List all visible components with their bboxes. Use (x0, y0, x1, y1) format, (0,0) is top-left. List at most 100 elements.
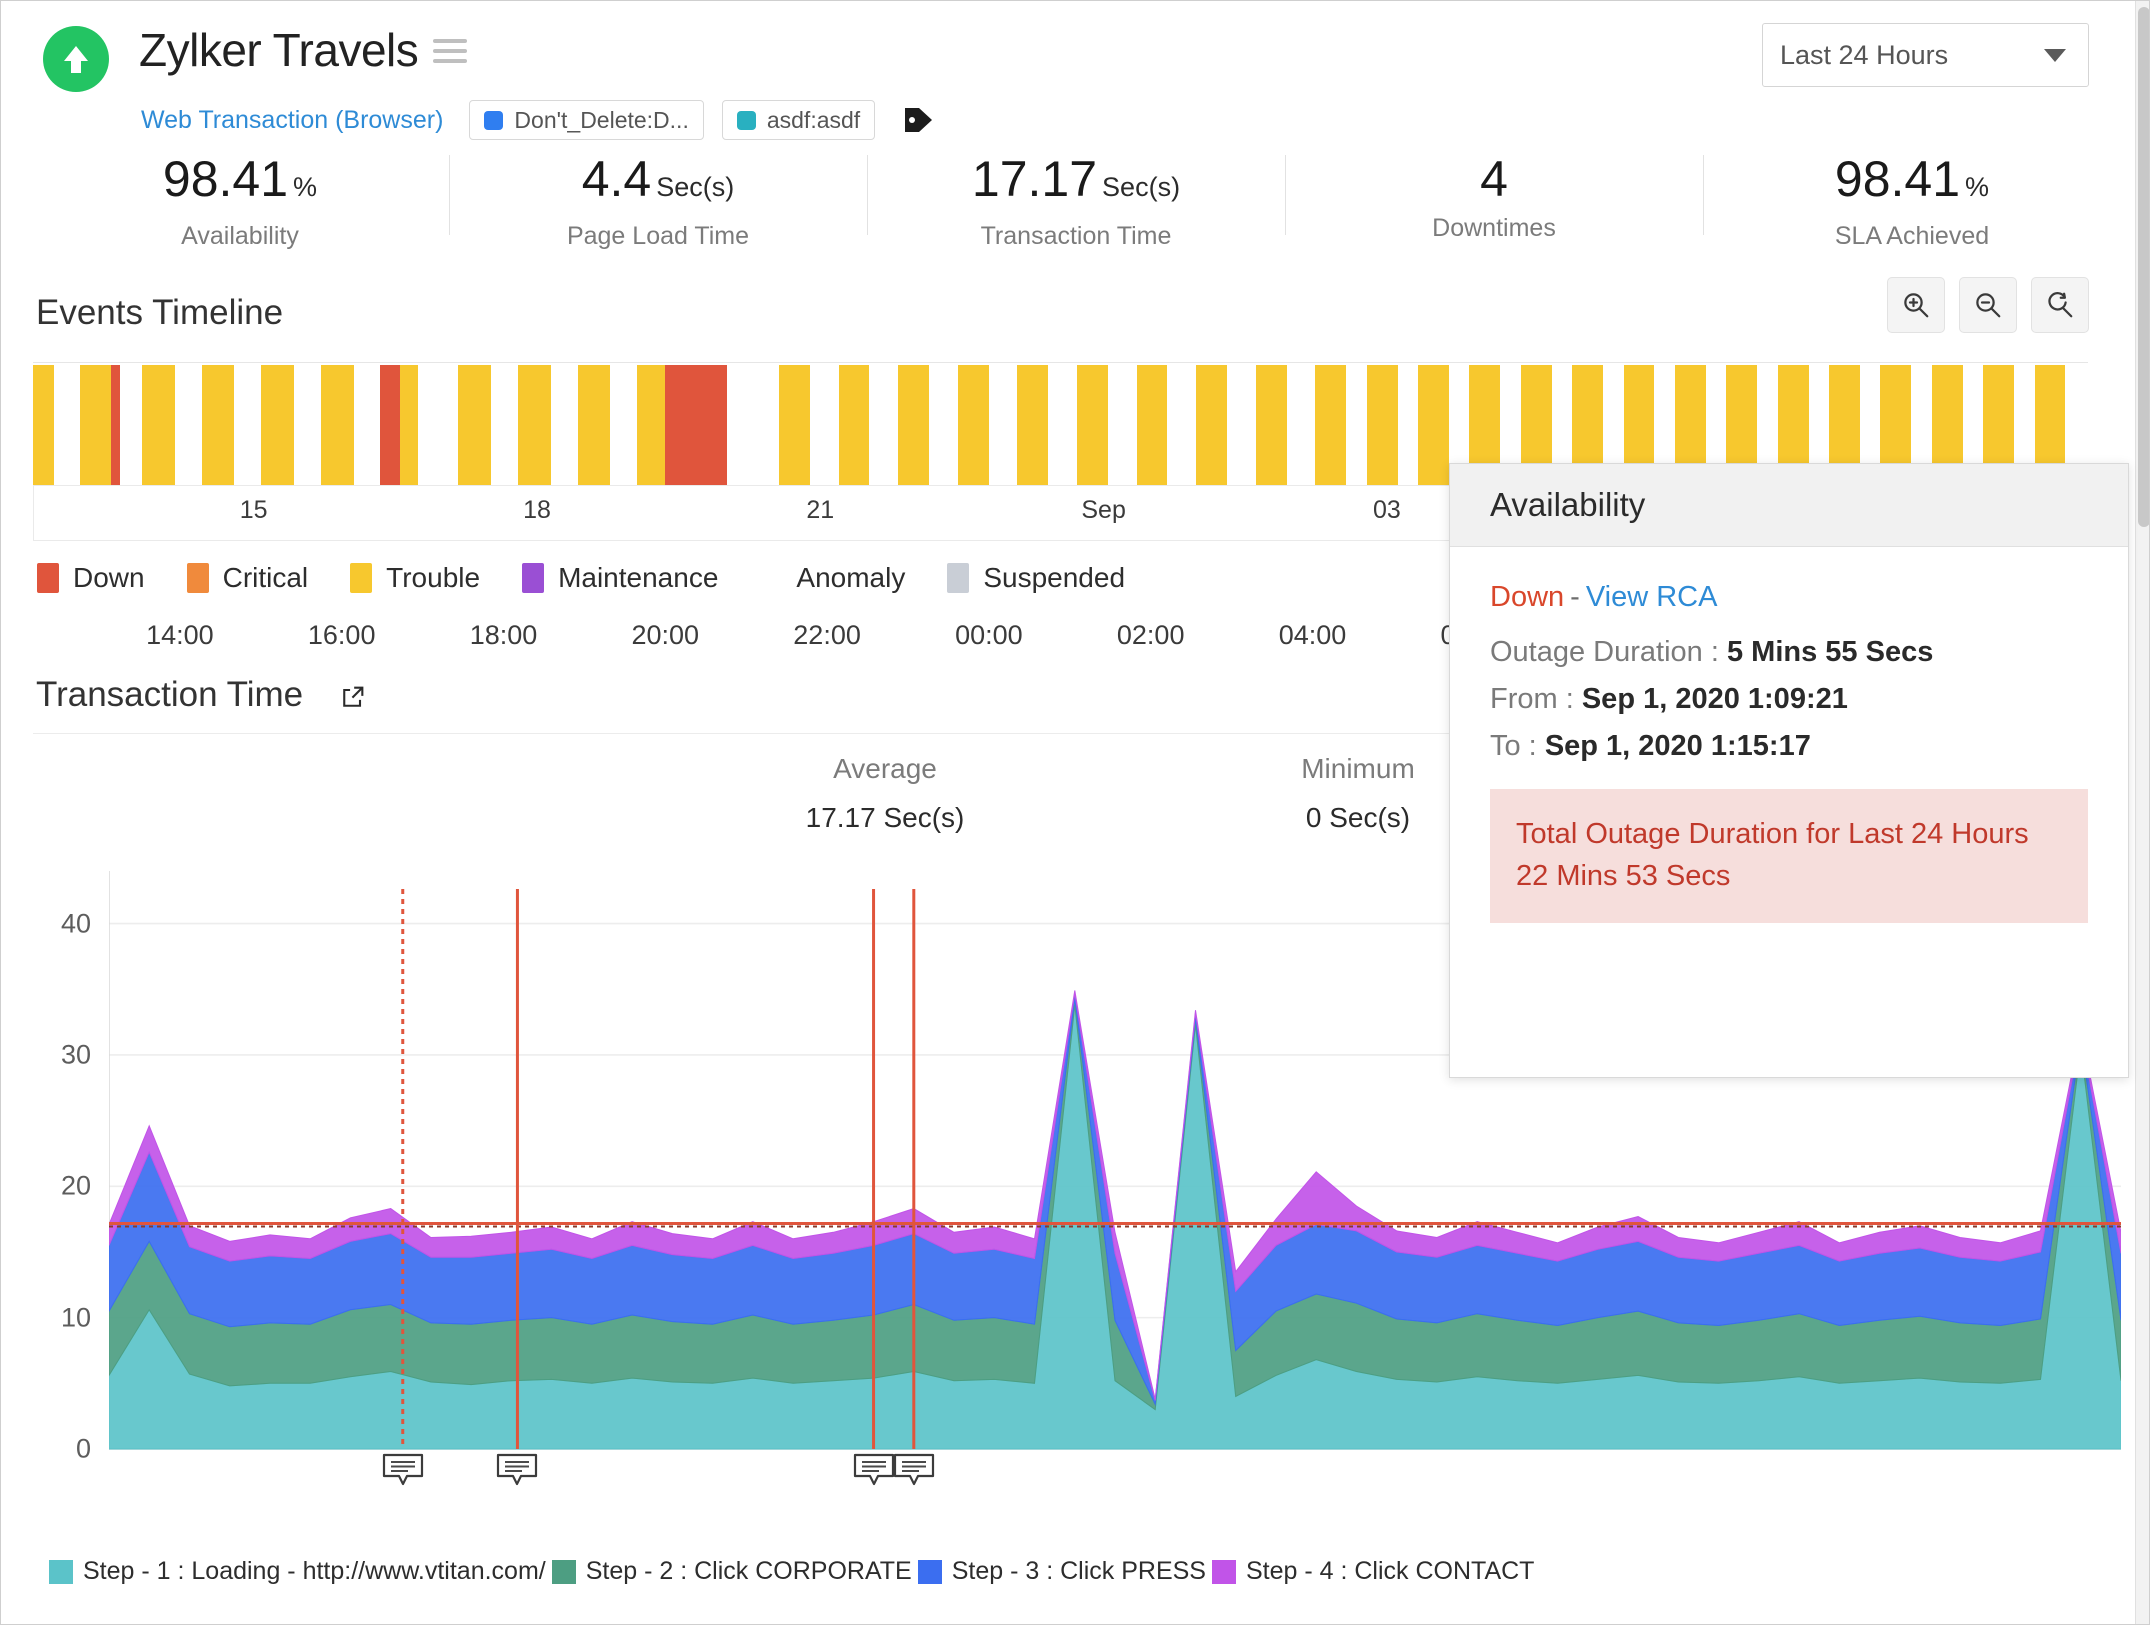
chart-legend-item-step-2[interactable]: Step - 2 : Click CORPORATE (551, 1557, 918, 1586)
metric-label: SLA Achieved (1834, 222, 1990, 250)
chart-y-tick: 20 (60, 1170, 91, 1201)
reset-zoom-button[interactable] (2031, 277, 2089, 333)
page-scrollbar[interactable] (2135, 1, 2149, 1624)
timeline-bar[interactable] (80, 365, 112, 485)
timeline-axis-tick: 18 (523, 496, 551, 524)
outage-to-value: Sep 1, 2020 1:15:17 (1544, 730, 1811, 762)
timeline-bar[interactable] (838, 365, 870, 485)
timeline-bar[interactable] (1366, 365, 1398, 485)
timeline-bar[interactable] (458, 365, 492, 485)
timeline-bar[interactable] (261, 365, 294, 485)
chart-legend-item-step-3[interactable]: Step - 3 : Click PRESS (917, 1557, 1212, 1586)
legend-label: Step - 2 : Click CORPORATE (585, 1557, 912, 1585)
timeline-legend-item-down[interactable]: Down (37, 562, 145, 594)
tt-stat-value: 17.17 Sec(s) (805, 802, 965, 833)
events-timeline-title: Events Timeline (36, 293, 284, 332)
timeline-bar[interactable] (957, 365, 989, 485)
status-badge: Down (1490, 581, 1565, 613)
tag-color-dot (484, 110, 504, 130)
annotation-icon[interactable] (852, 1453, 896, 1487)
timeline-bar[interactable] (399, 365, 419, 485)
chart-y-tick: 40 (60, 908, 91, 939)
timeline-axis-tick: Sep (1081, 496, 1126, 524)
timeline-bar[interactable] (1418, 365, 1449, 485)
popup-header: Availability (1450, 464, 2128, 547)
annotation-icon[interactable] (892, 1453, 936, 1487)
popup-status-line: Down - View RCA (1490, 581, 2088, 614)
scrollbar-thumb[interactable] (2138, 7, 2149, 527)
timeline-bar[interactable] (1196, 365, 1227, 485)
legend-label: Down (73, 562, 145, 593)
monitor-type-link[interactable]: Web Transaction (Browser) (141, 106, 443, 135)
metric-label: Downtimes (1432, 214, 1556, 242)
chart-x-tick: 20:00 (631, 620, 700, 650)
timeline-bar[interactable] (320, 365, 354, 485)
legend-label: Step - 1 : Loading - http://www.vtitan.c… (83, 1557, 546, 1585)
tag-icon[interactable] (901, 104, 935, 136)
timeline-bar[interactable] (111, 365, 121, 485)
timeline-bar[interactable] (1255, 365, 1287, 485)
events-timeline-legend: Down Critical Trouble Maintenance Anomaly Sus… (37, 562, 1167, 594)
legend-color-swatch (522, 563, 545, 593)
timeline-bar[interactable] (1315, 365, 1347, 485)
time-period-select[interactable]: Last 24 Hours (1762, 23, 2089, 87)
chart-y-tick: 0 (75, 1433, 91, 1464)
total-outage-label: Total Outage Duration for Last 24 Hours (1516, 818, 2029, 850)
timeline-bar[interactable] (141, 365, 175, 485)
timeline-bar[interactable] (380, 365, 400, 485)
metric-value: 17.17 Sec(s) (971, 151, 1181, 207)
availability-tooltip-popup: Availability Down - View RCA Outage Durati… (1449, 463, 2129, 1078)
metric-card-availability: 98.41% Availability (31, 151, 449, 250)
popup-title: Availability (1490, 486, 1646, 523)
legend-color-swatch (947, 563, 970, 593)
monitor-meta-row: Web Transaction (Browser) Don't_Delete:D… (141, 98, 935, 142)
annotation-icon[interactable] (381, 1453, 425, 1487)
timeline-bar[interactable] (637, 365, 665, 485)
outage-from-value: Sep 1, 2020 1:09:21 (1581, 683, 1848, 715)
tag-chip-2-label: asdf:asdf (766, 106, 861, 133)
monitor-detail-page: Zylker Travels Web Transaction (Browser)… (1, 1, 2149, 1624)
timeline-bar[interactable] (778, 365, 810, 485)
legend-label: Step - 3 : Click PRESS (951, 1557, 1206, 1585)
annotation-icon[interactable] (495, 1453, 539, 1487)
timeline-bar[interactable] (664, 365, 727, 485)
timeline-legend-item-trouble[interactable]: Trouble (350, 562, 480, 594)
timeline-bar[interactable] (1017, 365, 1049, 485)
view-rca-link[interactable]: View RCA (1586, 581, 1718, 613)
timeline-legend-item-anomaly[interactable]: Anomaly (760, 562, 905, 594)
tag-chip-1[interactable]: Don't_Delete:D... (469, 100, 704, 140)
metric-card-page-load-time: 4.4 Sec(s) Page Load Time (449, 151, 867, 250)
chart-x-tick: 22:00 (793, 620, 861, 650)
timeline-bar[interactable] (1076, 365, 1108, 485)
legend-label: Anomaly (796, 562, 906, 593)
timeline-bar[interactable] (201, 365, 235, 485)
metric-value: 98.41% (1834, 151, 1990, 207)
timeline-bar[interactable] (577, 365, 611, 485)
external-link-icon[interactable] (339, 683, 367, 716)
timeline-axis-tick: 15 (239, 496, 268, 524)
timeline-legend-item-critical[interactable]: Critical (186, 562, 308, 594)
timeline-legend-item-maintenance[interactable]: Maintenance (522, 562, 718, 594)
chart-x-tick: 00:00 (955, 620, 1023, 650)
timeline-bar[interactable] (1136, 365, 1168, 485)
zoom-in-button[interactable] (1887, 277, 1945, 333)
legend-label: Step - 4 : Click CONTACT (1245, 1557, 1535, 1585)
zoom-out-button[interactable] (1959, 277, 2017, 333)
outage-duration-value: 5 Mins 55 Secs (1726, 636, 1934, 668)
legend-label: Suspended (983, 562, 1126, 593)
up-arrow-icon (59, 41, 93, 77)
chart-legend-item-step-4[interactable]: Step - 4 : Click CONTACT (1211, 1557, 1540, 1586)
tt-stat-key: Average (833, 753, 937, 784)
chart-legend-item-step-1[interactable]: Step - 1 : Loading - http://www.vtitan.c… (49, 1557, 552, 1586)
chart-y-tick: 10 (60, 1302, 91, 1333)
tag-chip-1-label: Don't_Delete:D... (514, 106, 689, 133)
timeline-bar[interactable] (33, 365, 54, 485)
tag-chip-2[interactable]: asdf:asdf (721, 100, 876, 140)
page-title: Zylker Travels (139, 24, 419, 76)
timeline-bar[interactable] (517, 365, 551, 485)
tag-color-dot (736, 110, 756, 130)
timeline-bar[interactable] (898, 365, 929, 485)
metric-card-sla-achieved: 98.41% SLA Achieved (1703, 151, 2121, 250)
timeline-legend-item-suspended[interactable]: Suspended (947, 562, 1125, 594)
hamburger-icon[interactable] (433, 39, 467, 65)
